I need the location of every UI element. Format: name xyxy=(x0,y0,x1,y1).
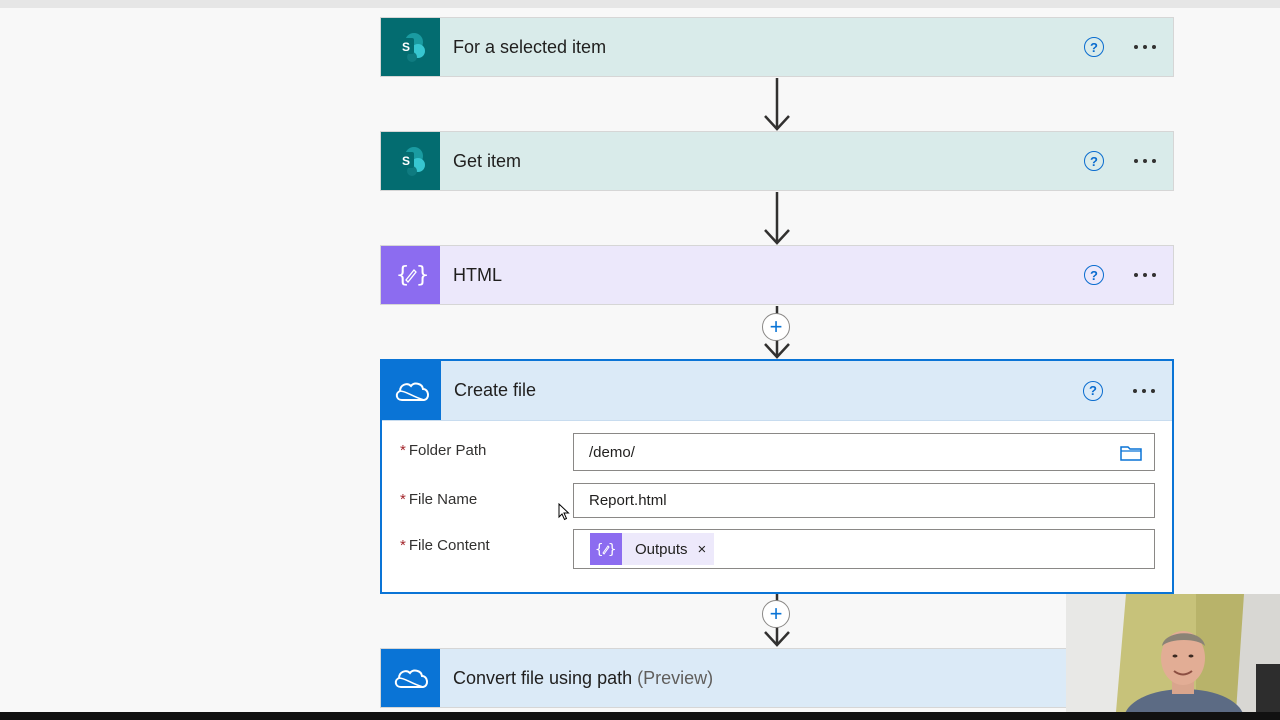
insert-step-button[interactable]: + xyxy=(762,600,790,628)
step-title: For a selected item xyxy=(453,36,607,57)
top-strip xyxy=(0,0,1280,8)
more-options-icon[interactable] xyxy=(1134,273,1156,277)
data-operation-icon: { } xyxy=(381,246,440,304)
outputs-token[interactable]: { } Outputs × xyxy=(590,533,715,565)
required-marker: * xyxy=(400,537,406,554)
create-file-header[interactable]: Create file ? xyxy=(382,361,1172,421)
file-name-input[interactable]: Report.html xyxy=(573,483,1155,518)
help-icon[interactable]: ? xyxy=(1084,151,1104,171)
step-convert-file-using-path[interactable]: Convert file using path (Preview) xyxy=(380,648,1174,708)
step-title: Create file xyxy=(454,380,537,400)
step-title: Get item xyxy=(453,150,522,171)
step-title: HTML xyxy=(453,264,502,285)
sharepoint-icon: S xyxy=(381,132,440,190)
svg-text:{: { xyxy=(396,263,409,288)
onedrive-icon xyxy=(382,361,441,420)
webcam-overlay xyxy=(1066,594,1280,712)
connector-arrow xyxy=(764,78,790,131)
insert-step-button[interactable]: + xyxy=(762,313,790,341)
required-marker: * xyxy=(400,442,406,459)
file-name-value: Report.html xyxy=(589,492,667,509)
svg-text:}: } xyxy=(608,542,616,558)
svg-text:S: S xyxy=(401,154,409,168)
mouse-cursor-icon xyxy=(558,503,570,521)
step-html[interactable]: { } HTML ? xyxy=(380,245,1174,305)
connector-arrow xyxy=(764,192,790,245)
sharepoint-icon: S xyxy=(381,18,440,76)
data-operation-icon: { } xyxy=(590,533,622,565)
more-options-icon[interactable] xyxy=(1133,388,1155,393)
folder-icon[interactable] xyxy=(1120,445,1142,461)
folder-path-value: /demo/ xyxy=(589,443,635,461)
help-icon[interactable]: ? xyxy=(1084,37,1104,57)
help-icon[interactable]: ? xyxy=(1084,265,1104,285)
step-get-item[interactable]: S Get item ? xyxy=(380,131,1174,191)
folder-path-label: * Folder Path xyxy=(400,442,487,459)
step-title: Convert file using path (Preview) xyxy=(453,667,714,688)
token-label: Outputs xyxy=(635,540,688,558)
onedrive-icon xyxy=(381,649,440,707)
file-name-label: * File Name xyxy=(400,491,478,508)
preview-tag: (Preview) xyxy=(637,667,714,688)
bottom-strip xyxy=(0,712,1280,720)
more-options-icon[interactable] xyxy=(1134,45,1156,49)
file-content-input[interactable]: { } Outputs × xyxy=(573,529,1155,569)
file-content-label: * File Content xyxy=(400,537,490,554)
more-options-icon[interactable] xyxy=(1134,159,1156,163)
svg-text:{: { xyxy=(595,542,603,558)
remove-token-icon[interactable]: × xyxy=(698,541,707,558)
folder-path-input[interactable]: /demo/ xyxy=(573,433,1155,471)
step-create-file: Create file ? * Folder Path /demo/ * File … xyxy=(380,359,1174,594)
help-icon[interactable]: ? xyxy=(1083,380,1103,401)
svg-text:S: S xyxy=(401,40,409,54)
step-for-a-selected-item[interactable]: S For a selected item ? xyxy=(380,17,1174,77)
svg-text:}: } xyxy=(416,263,428,288)
required-marker: * xyxy=(400,491,406,508)
